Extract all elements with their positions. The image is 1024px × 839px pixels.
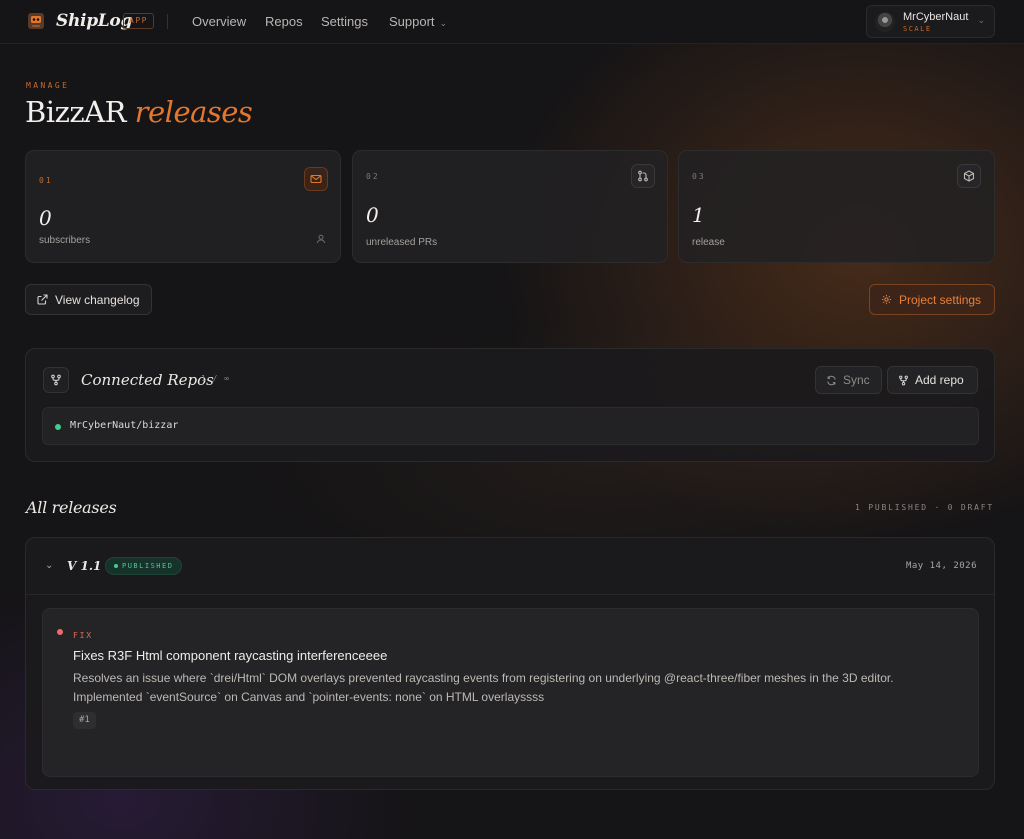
stat-label: release (692, 237, 725, 248)
entry-title: Fixes R3F Html component raycasting inte… (73, 648, 388, 663)
nav-settings[interactable]: Settings (321, 14, 368, 29)
nav-repos[interactable]: Repos (265, 14, 303, 29)
page-eyebrow: MANAGE (26, 81, 70, 90)
user-icon (316, 234, 326, 244)
page-title: BizzAR releases (25, 95, 253, 129)
stat-value: 1 (692, 203, 705, 227)
connected-repos-title: Connected Repos (81, 371, 214, 389)
gear-icon (881, 294, 892, 305)
status-badge-label: PUBLISHED (122, 562, 174, 570)
status-dot (55, 424, 61, 430)
user-name: MrCyberNaut (903, 11, 969, 23)
release-card: ⌄ V 1.1 PUBLISHED May 14, 2026 FIX Fixes… (25, 537, 995, 790)
add-repo-button[interactable]: Add repo (887, 366, 978, 394)
mail-icon (304, 167, 328, 191)
page-title-main: BizzAR (25, 95, 126, 129)
git-pull-request-icon (631, 164, 655, 188)
status-badge: PUBLISHED (105, 557, 183, 575)
connected-repos-panel: Connected Repos 1 / ∞ Sync Add repo MrCy… (25, 348, 995, 462)
entry-description: Resolves an issue where `drei/Html` DOM … (73, 671, 894, 704)
releases-meta: 1 PUBLISHED · 0 DRAFT (855, 503, 994, 512)
nav-support-label: Support (389, 14, 435, 29)
project-settings-button[interactable]: Project settings (869, 284, 995, 315)
stat-card-unreleased-prs: 02 0 unreleased PRs (352, 150, 668, 263)
logo-icon[interactable] (27, 11, 45, 31)
stat-label: subscribers (39, 235, 91, 246)
divider (26, 594, 994, 595)
pr-link[interactable]: #1 (73, 712, 96, 729)
app-name[interactable]: ShipLog (56, 11, 132, 31)
entry-type-dot (57, 629, 63, 635)
sync-button[interactable]: Sync (815, 366, 882, 394)
refresh-icon (827, 375, 836, 385)
external-link-icon (37, 294, 48, 305)
project-settings-label: Project settings (899, 292, 982, 307)
nav-divider (167, 14, 168, 29)
entry-type: FIX (73, 631, 93, 640)
repo-name: MrCyberNaut/bizzar (70, 420, 179, 431)
release-version[interactable]: V 1.1 (67, 559, 101, 573)
add-repo-label: Add repo (915, 373, 964, 387)
user-menu[interactable]: MrCyberNaut SCALE ⌄ (866, 5, 995, 38)
releases-title: All releases (26, 498, 117, 517)
user-plan: SCALE (903, 25, 932, 33)
stat-card-subscribers: 01 0 subscribers (25, 150, 341, 263)
chevron-down-icon: ⌄ (977, 15, 985, 25)
stat-index: 03 (692, 172, 706, 181)
chevron-down-icon[interactable]: ⌄ (45, 560, 53, 571)
stat-label: unreleased PRs (366, 237, 438, 248)
stat-card-releases: 03 1 release (678, 150, 995, 263)
repo-row[interactable]: MrCyberNaut/bizzar (42, 407, 979, 445)
nav-support[interactable]: Support ⌄ (389, 14, 447, 29)
stat-index: 02 (366, 172, 380, 181)
git-fork-icon (899, 375, 908, 385)
stat-value: 0 (366, 203, 379, 227)
page-title-accent: releases (134, 95, 253, 129)
git-fork-icon (43, 367, 69, 393)
nav-overview[interactable]: Overview (192, 14, 246, 29)
chevron-down-icon: ⌄ (439, 18, 448, 28)
release-date: May 14, 2026 (905, 561, 977, 571)
repo-count: 1 / ∞ (201, 374, 231, 383)
view-changelog-label: View changelog (55, 292, 140, 307)
box-icon (957, 164, 981, 188)
top-nav: ShipLog APP Overview Repos Settings Supp… (0, 0, 1024, 44)
avatar (875, 12, 895, 32)
stat-value: 0 (39, 206, 52, 230)
release-entry: FIX Fixes R3F Html component raycasting … (42, 608, 979, 777)
status-dot (114, 564, 118, 568)
app-badge: APP (123, 13, 154, 29)
sync-label: Sync (843, 373, 870, 387)
view-changelog-button[interactable]: View changelog (25, 284, 152, 315)
stat-index: 01 (39, 176, 53, 185)
